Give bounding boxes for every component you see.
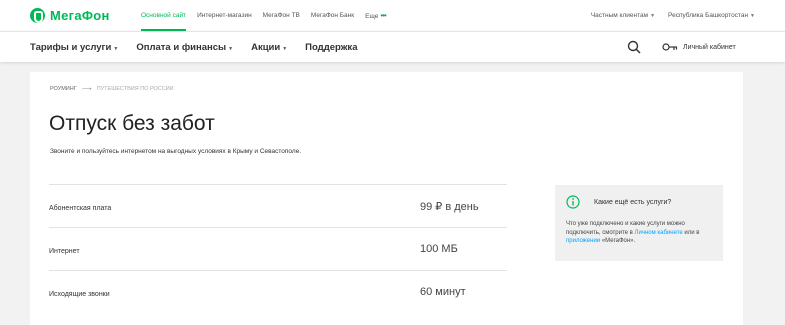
feature-name: Интернет: [49, 248, 80, 255]
info-box: Какие ещё есть услуги? Что уже подключен…: [555, 185, 723, 261]
nav-item-label: Поддержка: [305, 41, 358, 53]
logo-text: МегаФон: [50, 7, 110, 23]
personal-cabinet-label: Личный кабинет: [683, 43, 736, 51]
client-type-label: Частным клиентам: [590, 12, 649, 19]
feature-value: 60 минут: [420, 286, 466, 298]
nav-item-label: Акции: [251, 41, 281, 53]
personal-cabinet-link[interactable]: Личный кабинет: [662, 32, 736, 62]
nav-item-support[interactable]: Поддержка: [305, 42, 357, 53]
key-icon: [662, 43, 678, 51]
caret-down-icon: ▼: [282, 45, 288, 52]
nav-item-label: Оплата и финансы: [136, 41, 227, 53]
nav-item-promotions[interactable]: Акции ▼: [251, 42, 287, 53]
table-row: Абонентская плата 99 ₽ в день: [49, 184, 507, 227]
breadcrumb: Роуминг ⟶ Путешествия по России: [50, 85, 174, 93]
more-label: Еще: [365, 13, 379, 20]
breadcrumb-roaming[interactable]: Роуминг: [50, 86, 77, 92]
table-row: Интернет 100 МБ: [49, 227, 507, 270]
features-table: Абонентская плата 99 ₽ в день Интернет 1…: [49, 184, 507, 313]
feature-value: 99 ₽ в день: [420, 201, 479, 213]
table-row: Исходящие звонки 60 минут: [49, 270, 507, 313]
nav-item-tariffs[interactable]: Тарифы и услуги ▼: [30, 42, 118, 53]
info-text-part: или в: [682, 229, 700, 236]
nav-item-label: Тарифы и услуги: [30, 41, 112, 53]
page-subtitle: Звоните и пользуйтесь интернетом на выго…: [50, 148, 302, 155]
page-title: Отпуск без забот: [49, 112, 215, 135]
client-type-select[interactable]: Частным клиентам ▼: [591, 12, 655, 19]
main-nav: Тарифы и услуги ▼ Оплата и финансы ▼ Акции…: [0, 31, 785, 62]
info-icon: [566, 195, 580, 209]
region-select[interactable]: Республика Башкортостан ▼: [668, 12, 755, 19]
region-label: Республика Башкортостан: [668, 12, 749, 19]
search-icon[interactable]: [627, 40, 641, 54]
nav-item-payment[interactable]: Оплата и финансы ▼: [136, 42, 233, 53]
top-link-shop[interactable]: Интернет-магазин: [197, 0, 252, 31]
feature-name: Исходящие звонки: [49, 291, 110, 298]
top-link-main-site[interactable]: Основной сайт: [141, 0, 187, 31]
more-dots-icon: •••: [380, 11, 386, 20]
top-links: Основной сайт Интернет-магазин МегаФон Т…: [141, 0, 397, 31]
arrow-right-icon: ⟶: [81, 86, 92, 93]
top-bar: МегаФон Основной сайт Интернет-магазин М…: [0, 0, 785, 31]
top-link-more[interactable]: Еще •••: [365, 0, 387, 31]
info-text-part: «МегаФон».: [600, 238, 636, 244]
feature-value: 100 МБ: [420, 243, 458, 255]
megafon-logo-icon: [30, 7, 45, 23]
megafon-logo[interactable]: МегаФон: [30, 5, 110, 25]
breadcrumb-current: Путешествия по России: [96, 86, 174, 92]
personal-cabinet-inline-link[interactable]: Личном кабинете: [635, 230, 683, 236]
content-card: Роуминг ⟶ Путешествия по России Отпуск б…: [30, 72, 743, 325]
top-link-bank[interactable]: МегаФон Банк: [311, 0, 354, 31]
nav-items: Тарифы и услуги ▼ Оплата и финансы ▼ Акции…: [30, 32, 375, 62]
feature-name: Абонентская плата: [49, 205, 112, 212]
chevron-down-icon: ▼: [650, 13, 656, 19]
top-right: Частным клиентам ▼ Республика Башкортоста…: [578, 0, 755, 31]
chevron-down-icon: ▼: [750, 13, 755, 19]
caret-down-icon: ▼: [113, 45, 119, 52]
top-link-tv[interactable]: МегаФон ТВ: [263, 0, 300, 31]
caret-down-icon: ▼: [228, 45, 234, 52]
info-title: Какие ещё есть услуги?: [594, 199, 672, 206]
app-inline-link[interactable]: приложении: [566, 238, 600, 244]
info-text: Что уже подключено и какие услуги можно …: [566, 220, 718, 246]
